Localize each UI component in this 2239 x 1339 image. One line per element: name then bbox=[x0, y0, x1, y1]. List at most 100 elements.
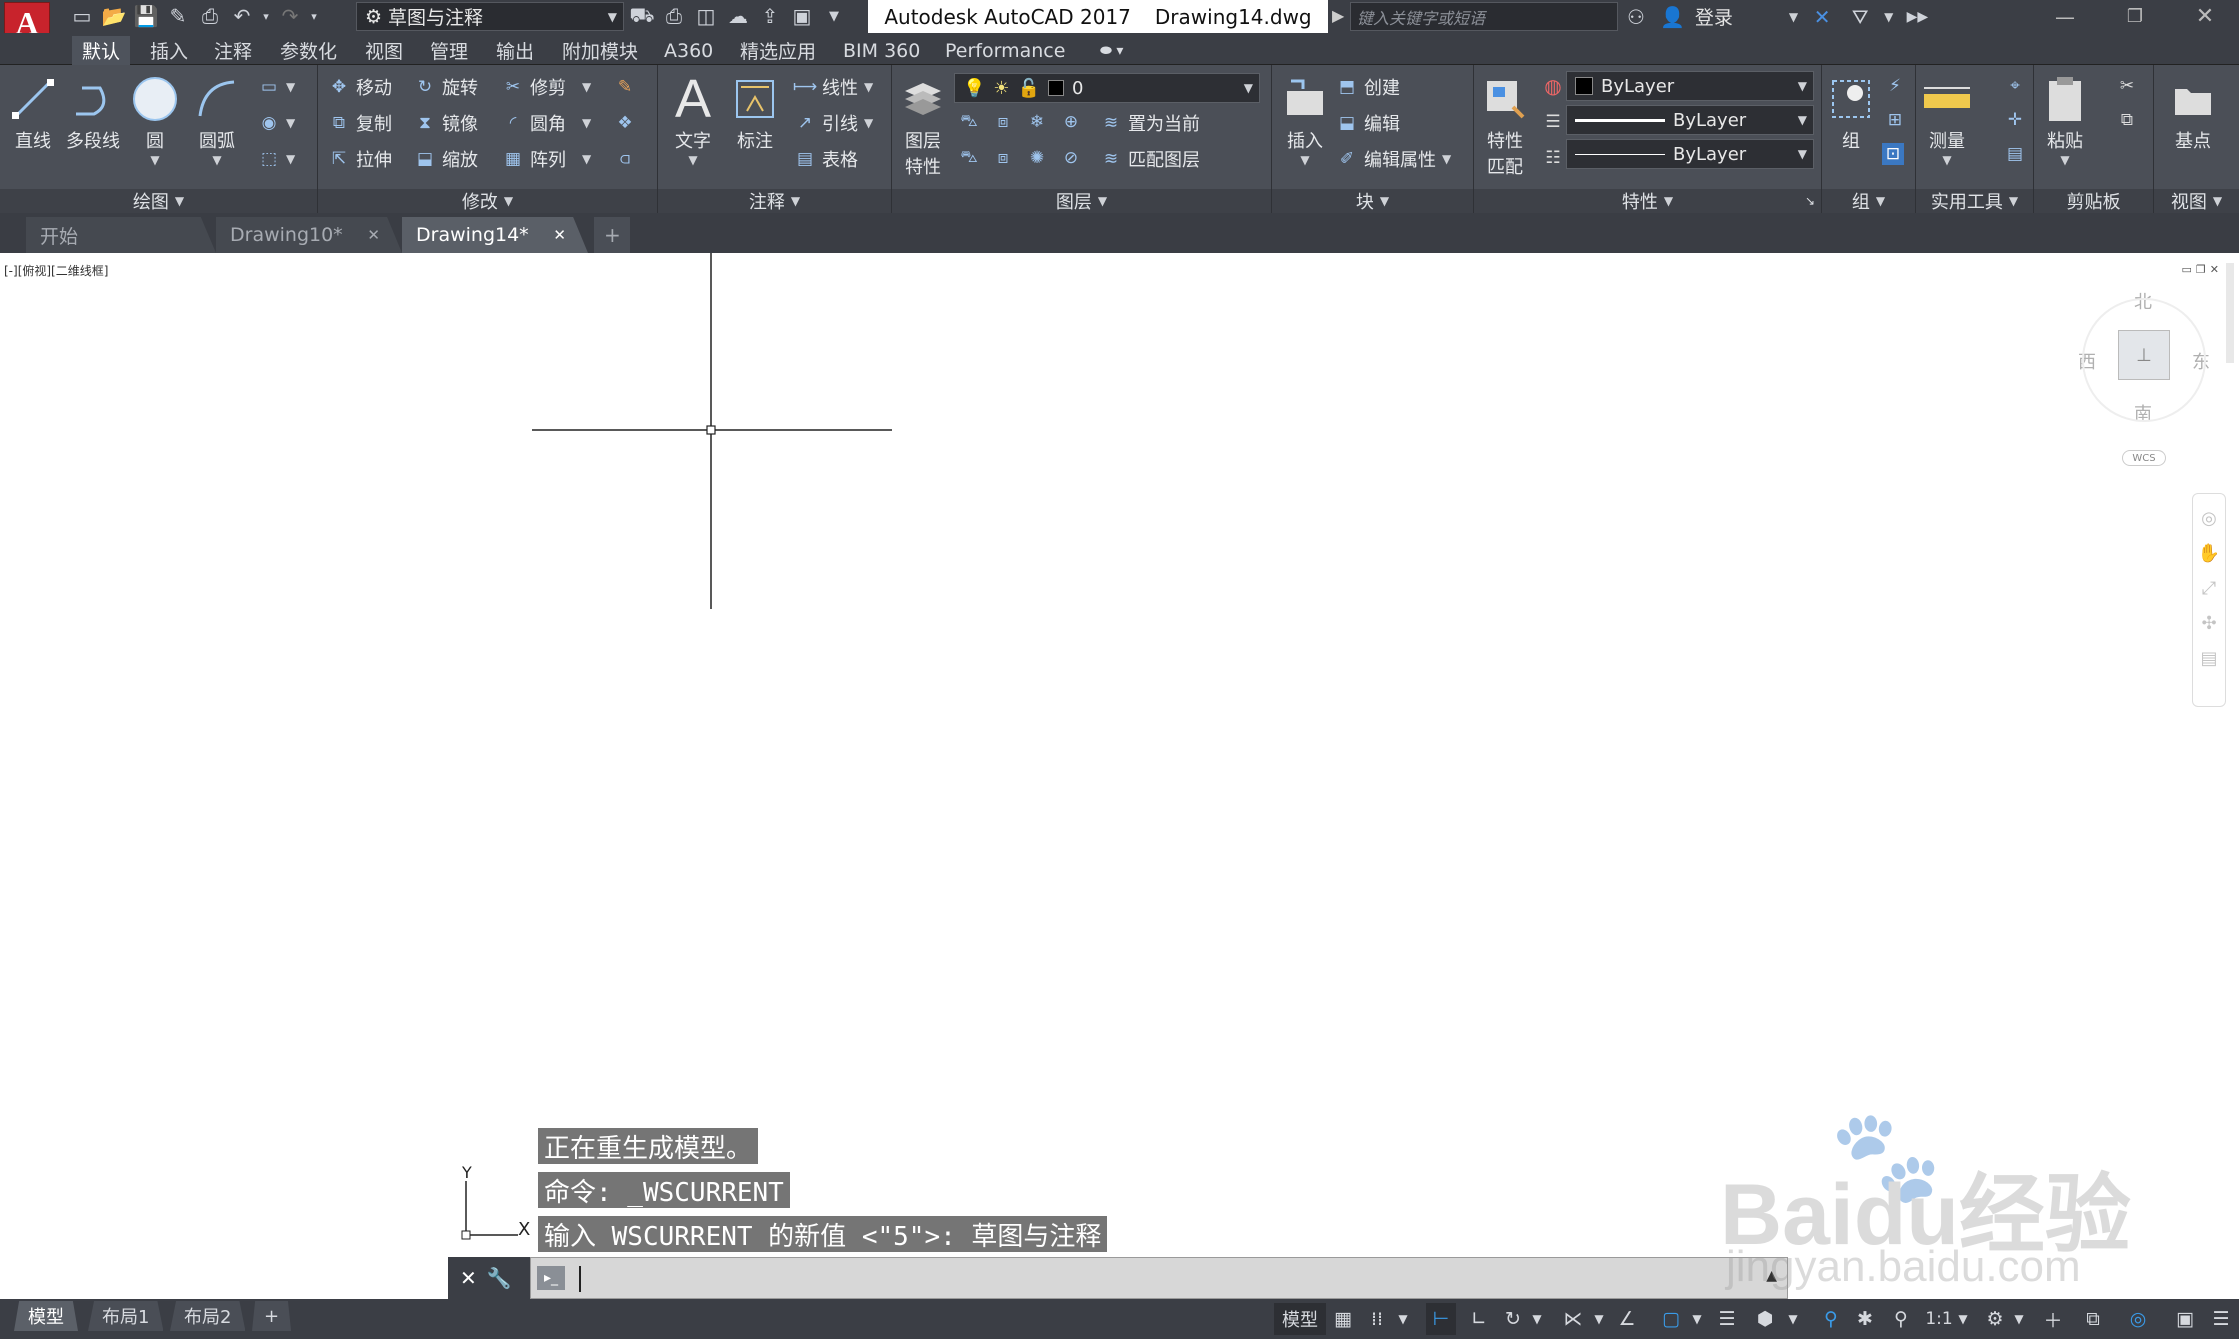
create-block-button[interactable]: ⬒ 创建 bbox=[1336, 73, 1400, 101]
compass-east[interactable]: 东 bbox=[2192, 348, 2210, 374]
file-tab-drawing14[interactable]: Drawing14* ✕ bbox=[402, 217, 588, 253]
circle-button[interactable]: 圆 ▼ bbox=[130, 71, 180, 167]
pan-icon[interactable]: ✋ bbox=[2198, 543, 2220, 564]
annotation-visibility-icon[interactable]: ⚲ bbox=[1818, 1303, 1844, 1335]
insert-dropdown-icon[interactable]: ▼ bbox=[1300, 153, 1309, 167]
redo-dropdown-icon[interactable]: ▾ bbox=[308, 2, 320, 30]
vp-minimize-icon[interactable]: ▭ bbox=[2182, 263, 2192, 276]
layout-tab-2[interactable]: 布局2 bbox=[170, 1301, 246, 1331]
model-space-button[interactable]: 模型 bbox=[1274, 1303, 1326, 1335]
edit-attr-dropdown-icon[interactable]: ▼ bbox=[1442, 152, 1451, 166]
measure-dropdown-icon[interactable]: ▼ bbox=[1942, 153, 1951, 167]
layer-on-icon[interactable]: ⛍ bbox=[958, 147, 980, 169]
minimize-icon[interactable]: — bbox=[2030, 5, 2100, 29]
close-tab-icon[interactable]: ✕ bbox=[367, 226, 380, 244]
close-icon[interactable]: ✕ bbox=[2170, 4, 2239, 29]
vp-close-icon[interactable]: ✕ bbox=[2210, 263, 2219, 276]
layer-unisolate-icon[interactable]: ⧈ bbox=[992, 147, 1014, 169]
compass-north[interactable]: 北 bbox=[2134, 288, 2152, 314]
cut-icon[interactable]: ✂ bbox=[2116, 75, 2138, 97]
paste-dropdown-icon[interactable]: ▼ bbox=[2060, 153, 2069, 167]
scale-dropdown-icon[interactable]: ▼ bbox=[1956, 1303, 1970, 1335]
polyline-button[interactable]: 多段线 bbox=[66, 71, 120, 153]
new-file-icon[interactable]: ▭ bbox=[68, 2, 96, 30]
layer-isolate-icon[interactable]: ⧈ bbox=[992, 111, 1014, 133]
exchange-icon[interactable]: ✕ bbox=[1808, 3, 1836, 31]
a360-icon[interactable]: ⛛ bbox=[1846, 3, 1874, 31]
showmotion-icon[interactable]: ▤ bbox=[2200, 648, 2217, 669]
copy-button[interactable]: ⧉ 复制 bbox=[328, 109, 392, 137]
draw-panel-title[interactable]: 绘图 ▼ bbox=[0, 189, 317, 213]
customize-dropdown-icon[interactable]: ▼ bbox=[820, 2, 848, 30]
text-button[interactable]: A 文字 ▼ bbox=[668, 69, 718, 167]
group-button[interactable]: 组 bbox=[1826, 71, 1876, 153]
leader-button[interactable]: ↗ 引线 ▼ bbox=[794, 109, 873, 137]
scale-button[interactable]: ⬓ 缩放 bbox=[414, 145, 478, 173]
customization-menu-icon[interactable]: ☰ bbox=[2208, 1303, 2234, 1335]
orbit-icon[interactable]: ✣ bbox=[2201, 613, 2216, 634]
layer-thaw-icon[interactable]: ✺ bbox=[1026, 147, 1048, 169]
hardware-acceleration-icon[interactable]: ◎ bbox=[2124, 1303, 2152, 1335]
edit-block-button[interactable]: ⬓ 编辑 bbox=[1336, 109, 1400, 137]
tab-a360[interactable]: A360 bbox=[654, 36, 723, 65]
workspace-dropdown-icon[interactable]: ▼ bbox=[2012, 1303, 2026, 1335]
undo-icon[interactable]: ↶ bbox=[228, 2, 256, 30]
clipboard-panel-title[interactable]: 剪贴板 bbox=[2034, 189, 2153, 213]
new-tab-button[interactable]: + bbox=[594, 217, 630, 253]
binoculars-icon[interactable]: ⚇ bbox=[1622, 3, 1650, 31]
fillet-button[interactable]: ◜ 圆角 ▼ bbox=[502, 109, 592, 137]
viewport-scrollbar[interactable] bbox=[2226, 263, 2234, 363]
linear-button[interactable]: ⟼ 线性 ▼ bbox=[793, 73, 873, 101]
tab-addins[interactable]: 附加模块 bbox=[552, 36, 648, 65]
command-input[interactable]: ▸_ ▲ bbox=[530, 1257, 1788, 1299]
new-layout-button[interactable]: + bbox=[252, 1301, 292, 1331]
boundary-button[interactable]: ⬚ ▼ bbox=[258, 145, 295, 173]
match-properties-button[interactable]: 特性 匹配 bbox=[1480, 71, 1530, 179]
object-snap-tracking-icon[interactable]: ∠ bbox=[1614, 1303, 1640, 1335]
calculator-icon[interactable]: ▤ bbox=[2004, 143, 2026, 165]
panel-launcher-icon[interactable]: ↘ bbox=[1805, 194, 1815, 208]
stretch-button[interactable]: ⇱ 拉伸 bbox=[328, 145, 392, 173]
save-icon[interactable]: 💾 bbox=[132, 2, 160, 30]
leader-dropdown-icon[interactable]: ▼ bbox=[864, 116, 873, 130]
layers-panel-title[interactable]: 图层 ▼ bbox=[892, 189, 1271, 213]
match-layer-button[interactable]: ≋ 匹配图层 bbox=[1100, 145, 1200, 173]
polar-icon[interactable]: ↻ bbox=[1500, 1303, 1526, 1335]
wrench-icon[interactable]: 🔧 bbox=[487, 1266, 512, 1290]
tab-annotate[interactable]: 注释 bbox=[204, 36, 262, 65]
help-more-icon[interactable]: ▶▶ bbox=[1903, 3, 1931, 31]
rectangle-button[interactable]: ▭ ▼ bbox=[258, 73, 295, 101]
units-icon[interactable]: ⧉ bbox=[2080, 1303, 2106, 1335]
save-as-icon[interactable]: ✎ bbox=[164, 2, 192, 30]
set-current-button[interactable]: ≋ 置为当前 bbox=[1100, 109, 1200, 137]
line-button[interactable]: 直线 bbox=[8, 71, 58, 153]
lineweight-icon[interactable]: ☰ bbox=[1542, 111, 1564, 133]
preview-icon[interactable]: ◫ bbox=[692, 2, 720, 30]
groups-panel-title[interactable]: 组 ▼ bbox=[1822, 189, 1915, 213]
workspace-gear-icon[interactable]: ⚙ bbox=[1982, 1303, 2008, 1335]
layout-tab-1[interactable]: 布局1 bbox=[88, 1301, 164, 1331]
file-tab-start[interactable]: 开始 bbox=[26, 217, 216, 253]
table-button[interactable]: ▤ 表格 bbox=[794, 145, 858, 173]
file-tab-drawing10[interactable]: Drawing10* ✕ bbox=[216, 217, 402, 253]
color-select[interactable]: ByLayer ▼ bbox=[1566, 71, 1814, 101]
object-snap-icon[interactable]: ▢ bbox=[1658, 1303, 1684, 1335]
undo-dropdown-icon[interactable]: ▾ bbox=[260, 2, 272, 30]
selection-dropdown-icon[interactable]: ▼ bbox=[1786, 1303, 1800, 1335]
publish-icon[interactable]: ⛟ bbox=[628, 2, 656, 30]
array-dropdown-icon[interactable]: ▼ bbox=[582, 152, 591, 166]
paste-button[interactable]: 粘贴 ▼ bbox=[2040, 71, 2090, 167]
block-panel-title[interactable]: 块 ▼ bbox=[1272, 189, 1473, 213]
linetype-icon[interactable]: ☷ bbox=[1542, 147, 1564, 169]
tab-parametric[interactable]: 参数化 bbox=[270, 36, 347, 65]
layout-icon[interactable]: ▣ bbox=[788, 2, 816, 30]
id-point-icon[interactable]: ⌖ bbox=[2004, 75, 2026, 97]
color-wheel-icon[interactable]: ◍ bbox=[1542, 74, 1564, 98]
isodraft-dropdown-icon[interactable]: ▼ bbox=[1592, 1303, 1606, 1335]
tab-insert[interactable]: 插入 bbox=[140, 36, 198, 65]
layer-lock-icon[interactable]: ⊕ bbox=[1060, 111, 1082, 133]
measure-button[interactable]: 测量 ▼ bbox=[1922, 71, 1972, 167]
polar-dropdown-icon[interactable]: ▼ bbox=[1530, 1303, 1544, 1335]
wcs-menu[interactable]: WCS bbox=[2122, 450, 2166, 466]
viewcube[interactable]: 北 西 东 南 ⊥ bbox=[2070, 288, 2220, 428]
